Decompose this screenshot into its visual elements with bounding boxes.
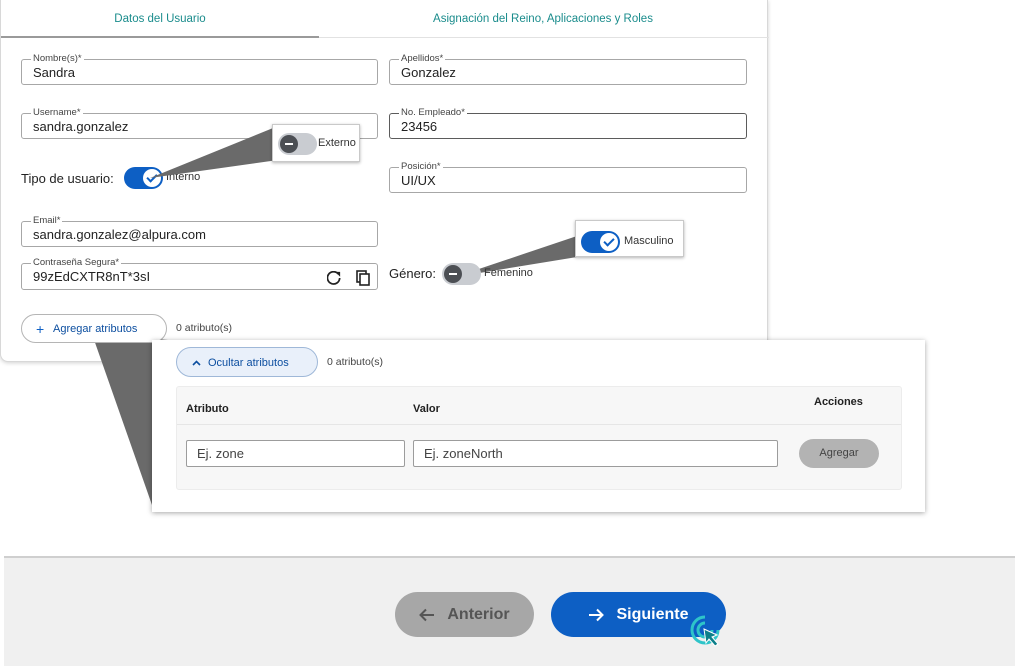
last-name-label: Apellidos* <box>399 53 446 65</box>
position-field[interactable]: Posición* UI/UX <box>389 161 747 193</box>
check-icon <box>143 169 161 187</box>
username-value: sandra.gonzalez <box>33 119 129 134</box>
previous-button[interactable]: Anterior <box>395 592 534 637</box>
password-value: 99zEdCXTR8nT*3sI <box>33 269 151 284</box>
plus-icon: + <box>36 321 45 337</box>
user-type-toggle-off-preview <box>278 133 317 155</box>
value-input[interactable]: Ej. zoneNorth <box>413 440 778 467</box>
user-type-toggle[interactable] <box>124 167 163 189</box>
table-divider <box>177 424 901 425</box>
attribute-count-expanded: 0 atributo(s) <box>327 356 384 368</box>
tab-user-data[interactable]: Datos del Usuario <box>1 0 319 38</box>
email-field[interactable]: Email* sandra.gonzalez@alpura.com <box>21 215 378 247</box>
next-label: Siguiente <box>616 605 689 623</box>
gender-on-label: Masculino <box>624 235 674 247</box>
add-attribute-row-button[interactable]: Agregar <box>799 439 879 468</box>
gender-toggle-on-preview <box>581 231 620 253</box>
user-type-label: Tipo de usuario: <box>21 171 114 186</box>
gender-label: Género: <box>389 266 436 281</box>
first-name-value: Sandra <box>33 65 75 80</box>
previous-label: Anterior <box>447 605 510 623</box>
first-name-label: Nombre(s)* <box>31 53 84 65</box>
last-name-field[interactable]: Apellidos* Gonzalez <box>389 53 747 85</box>
username-label: Username* <box>31 107 83 119</box>
hide-attributes-button[interactable]: Ocultar atributos <box>176 347 318 377</box>
attribute-column-header: Atributo <box>186 403 229 415</box>
attributes-table <box>176 386 902 490</box>
employee-number-field[interactable]: No. Empleado* 23456 <box>389 107 747 139</box>
password-field[interactable]: Contraseña Segura* 99zEdCXTR8nT*3sI <box>21 257 378 290</box>
gender-off-label: Femenino <box>484 267 533 279</box>
user-type-off-label: Externo <box>318 137 356 149</box>
first-name-field[interactable]: Nombre(s)* Sandra <box>21 53 378 85</box>
chevron-up-icon <box>192 360 201 366</box>
employee-number-value: 23456 <box>401 119 438 134</box>
value-column-header: Valor <box>413 403 440 415</box>
minus-icon <box>280 135 298 153</box>
arrow-left-icon <box>419 608 435 621</box>
attribute-input[interactable]: Ej. zone <box>186 440 405 467</box>
add-attributes-label: Agregar atributos <box>53 323 138 335</box>
tab-bar: Datos del Usuario Asignación del Reino, … <box>1 0 769 38</box>
gender-toggle[interactable] <box>442 263 481 285</box>
tab-assignment[interactable]: Asignación del Reino, Aplicaciones y Rol… <box>319 0 767 38</box>
attribute-count: 0 atributo(s) <box>176 322 233 334</box>
add-attributes-button[interactable]: + Agregar atributos <box>21 314 167 343</box>
email-value: sandra.gonzalez@alpura.com <box>33 227 206 242</box>
user-type-on-label: Interno <box>166 171 201 183</box>
user-type-off-callout: Externo <box>272 124 360 162</box>
employee-number-label: No. Empleado* <box>399 107 467 119</box>
position-value: UI/UX <box>401 173 436 188</box>
arrow-right-icon <box>589 608 605 621</box>
gender-on-callout: Masculino <box>575 220 684 257</box>
click-cursor-icon <box>690 615 720 647</box>
refresh-icon[interactable] <box>327 271 341 285</box>
hide-attributes-label: Ocultar atributos <box>208 357 289 369</box>
position-label: Posición* <box>399 161 443 173</box>
email-label: Email* <box>31 215 63 227</box>
password-label: Contraseña Segura* <box>31 257 122 269</box>
actions-column-header: Acciones <box>814 396 863 408</box>
check-icon <box>600 233 618 251</box>
copy-icon[interactable] <box>356 270 370 286</box>
last-name-value: Gonzalez <box>401 65 456 80</box>
minus-icon <box>444 265 462 283</box>
